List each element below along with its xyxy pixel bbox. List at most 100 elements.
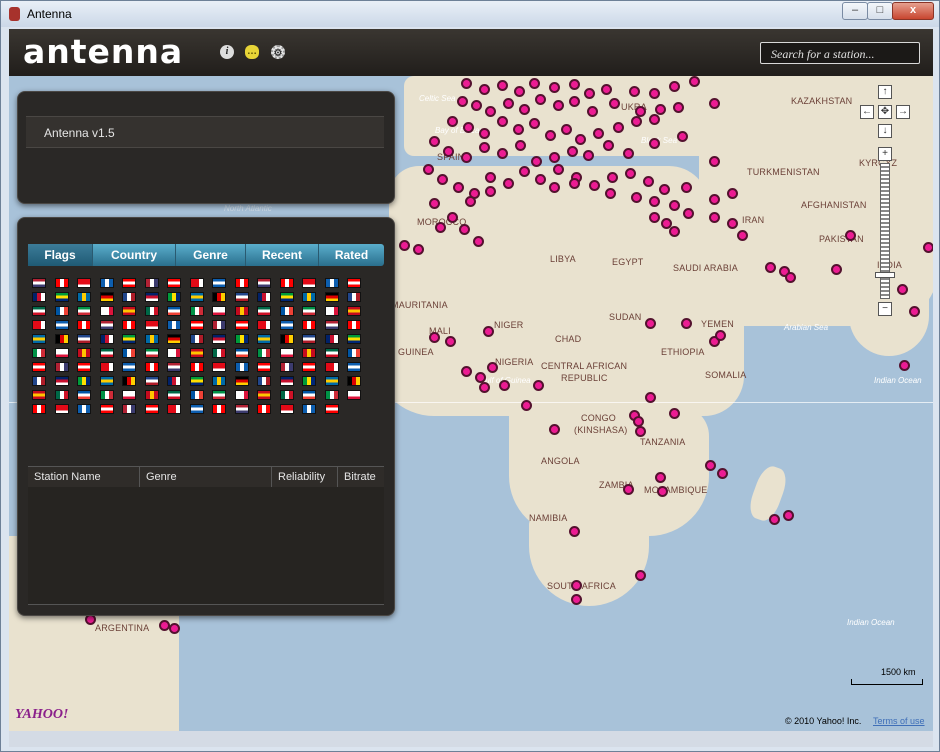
flag-icon[interactable] [279, 404, 294, 414]
flag-icon[interactable] [32, 306, 46, 316]
flag-icon[interactable] [122, 348, 136, 358]
flag-icon[interactable] [167, 362, 181, 372]
station-marker[interactable] [497, 116, 508, 127]
station-marker[interactable] [413, 244, 424, 255]
gear-icon[interactable]: ⚙ [271, 45, 285, 59]
station-marker[interactable] [689, 76, 700, 87]
flag-icon[interactable] [279, 320, 294, 330]
flag-icon[interactable] [54, 376, 69, 386]
flag-icon[interactable] [347, 348, 361, 358]
flag-icon[interactable] [234, 348, 249, 358]
station-marker[interactable] [623, 484, 634, 495]
flag-icon[interactable] [257, 292, 271, 302]
flag-icon[interactable] [347, 334, 361, 344]
flag-icon[interactable] [32, 334, 46, 344]
station-marker[interactable] [631, 116, 642, 127]
station-marker[interactable] [785, 272, 796, 283]
flag-icon[interactable] [189, 348, 204, 358]
flag-icon[interactable] [302, 334, 316, 344]
station-marker[interactable] [479, 84, 490, 95]
station-marker[interactable] [584, 88, 595, 99]
flag-icon[interactable] [302, 362, 316, 372]
close-button[interactable]: x [892, 2, 934, 20]
flag-icon[interactable] [54, 404, 69, 414]
column-reliability[interactable]: Reliability [272, 467, 338, 487]
station-marker[interactable] [645, 392, 656, 403]
flag-icon[interactable] [347, 306, 361, 316]
flag-icon[interactable] [122, 390, 136, 400]
station-marker[interactable] [669, 200, 680, 211]
station-marker[interactable] [897, 284, 908, 295]
station-marker[interactable] [465, 196, 476, 207]
flag-icon[interactable] [324, 376, 339, 386]
station-marker[interactable] [445, 336, 456, 347]
flag-icon[interactable] [189, 292, 204, 302]
station-marker[interactable] [479, 382, 490, 393]
tab-country[interactable]: Country [92, 244, 175, 266]
flag-icon[interactable] [302, 320, 316, 330]
station-marker[interactable] [529, 118, 540, 129]
flag-icon[interactable] [32, 320, 46, 330]
station-marker[interactable] [649, 138, 660, 149]
flag-icon[interactable] [302, 376, 316, 386]
flag-icon[interactable] [77, 404, 91, 414]
station-marker[interactable] [899, 360, 910, 371]
flag-icon[interactable] [324, 348, 339, 358]
station-marker[interactable] [625, 168, 636, 179]
station-marker[interactable] [629, 86, 640, 97]
station-marker[interactable] [669, 226, 680, 237]
station-marker[interactable] [655, 104, 666, 115]
station-marker[interactable] [473, 236, 484, 247]
flag-icon[interactable] [212, 362, 226, 372]
station-marker[interactable] [603, 140, 614, 151]
flag-icon[interactable] [302, 306, 316, 316]
flag-icon[interactable] [144, 404, 159, 414]
flag-icon[interactable] [99, 292, 114, 302]
flag-icon[interactable] [99, 278, 114, 288]
flag-icon[interactable] [189, 404, 204, 414]
flag-icon[interactable] [122, 376, 136, 386]
flag-icon[interactable] [99, 404, 114, 414]
station-marker[interactable] [435, 222, 446, 233]
station-marker[interactable] [783, 510, 794, 521]
station-marker[interactable] [453, 182, 464, 193]
station-marker[interactable] [533, 380, 544, 391]
station-marker[interactable] [623, 148, 634, 159]
station-marker[interactable] [497, 148, 508, 159]
station-marker[interactable] [485, 186, 496, 197]
station-marker[interactable] [503, 98, 514, 109]
flag-icon[interactable] [347, 362, 361, 372]
station-marker[interactable] [601, 84, 612, 95]
flag-icon[interactable] [189, 376, 204, 386]
flag-icon[interactable] [234, 306, 249, 316]
flag-icon[interactable] [347, 376, 361, 386]
flag-icon[interactable] [234, 278, 249, 288]
pan-center-button[interactable]: ✥ [878, 105, 892, 119]
flag-icon[interactable] [279, 376, 294, 386]
flag-icon[interactable] [32, 376, 46, 386]
flag-icon[interactable] [144, 376, 159, 386]
flag-icon[interactable] [167, 306, 181, 316]
flag-icon[interactable] [189, 390, 204, 400]
station-marker[interactable] [459, 224, 470, 235]
flag-icon[interactable] [234, 404, 249, 414]
station-marker[interactable] [437, 174, 448, 185]
flag-icon[interactable] [189, 334, 204, 344]
station-marker[interactable] [429, 136, 440, 147]
flag-icon[interactable] [77, 362, 91, 372]
flag-icon[interactable] [257, 390, 271, 400]
station-marker[interactable] [479, 128, 490, 139]
flag-icon[interactable] [279, 306, 294, 316]
flag-icon[interactable] [257, 404, 271, 414]
station-marker[interactable] [487, 362, 498, 373]
station-marker[interactable] [709, 212, 720, 223]
station-marker[interactable] [715, 330, 726, 341]
station-marker[interactable] [649, 196, 660, 207]
flag-icon[interactable] [347, 278, 361, 288]
station-marker[interactable] [553, 100, 564, 111]
flag-icon[interactable] [257, 362, 271, 372]
flag-icon[interactable] [257, 376, 271, 386]
station-marker[interactable] [423, 164, 434, 175]
station-marker[interactable] [567, 146, 578, 157]
station-marker[interactable] [717, 468, 728, 479]
